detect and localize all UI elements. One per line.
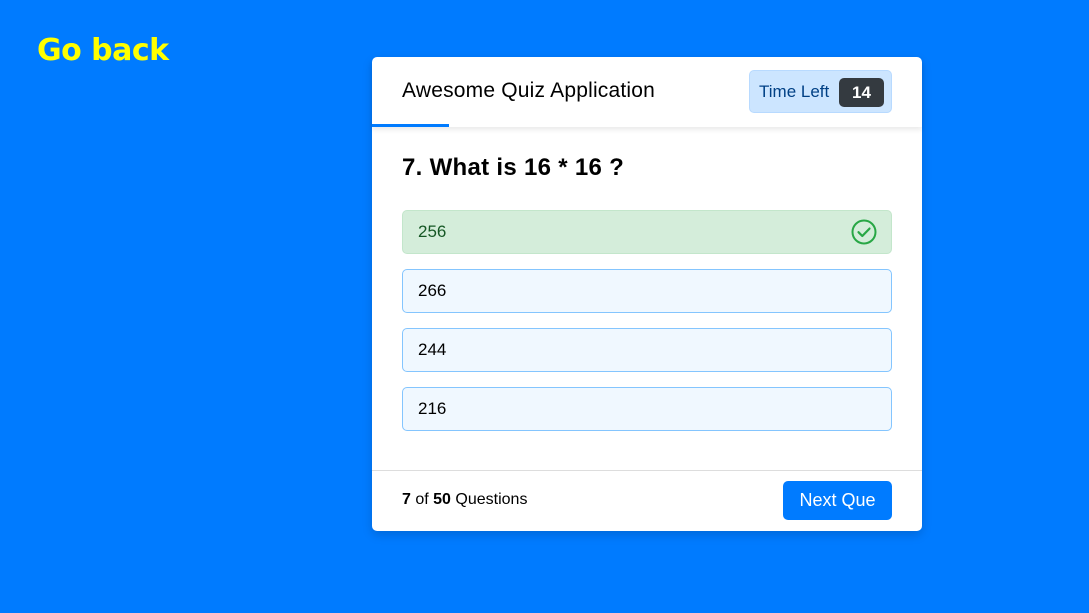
go-back-link[interactable]: Go back [37,33,169,68]
option-label: 266 [418,281,447,300]
option[interactable]: 266 [402,269,892,313]
question-text: 7. What is 16 * 16 ? [402,154,625,181]
option-label: 244 [418,340,447,359]
option[interactable]: 244 [402,328,892,372]
timer-seconds: 14 [839,78,884,107]
time-progress-line [372,124,449,127]
counter-of-text: of [415,491,429,508]
option-correct[interactable]: 256 [402,210,892,254]
counter-questions-text: Questions [455,491,528,508]
option[interactable]: 216 [402,387,892,431]
total-questions-number: 50 [433,491,451,508]
quiz-box: Awesome Quiz Application Time Left 14 7.… [372,57,922,531]
next-question-button[interactable]: Next Que [783,481,892,520]
quiz-footer: 7 of 50 Questions Next Que [372,470,922,531]
current-question-number: 7 [402,491,411,508]
question-counter: 7 of 50 Questions [402,491,527,509]
timer-label: Time Left [759,82,830,101]
option-list: 256 266 244 216 [402,210,892,446]
option-label: 256 [418,222,447,241]
option-label: 216 [418,399,447,418]
timer: Time Left 14 [749,70,892,113]
quiz-title: Awesome Quiz Application [402,79,656,102]
check-circle-icon [851,219,877,245]
quiz-header: Awesome Quiz Application Time Left 14 [372,57,922,127]
